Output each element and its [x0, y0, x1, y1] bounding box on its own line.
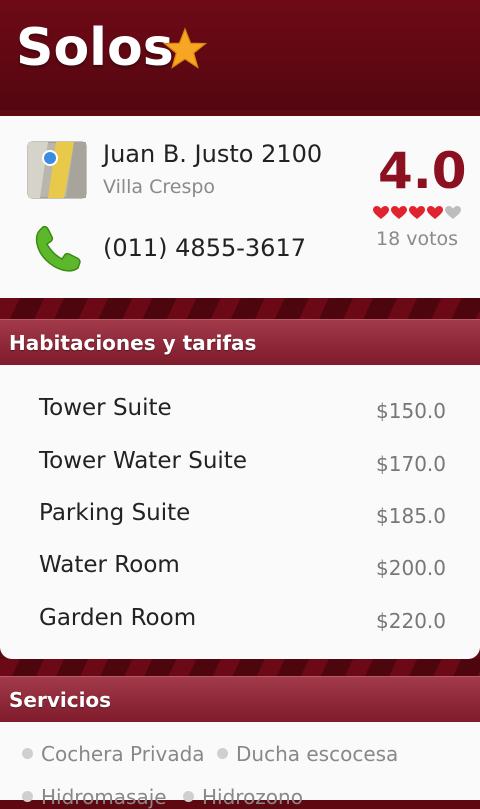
service-item: Hidromasaje — [22, 785, 167, 809]
room-price: $185.0 — [376, 504, 446, 528]
place-info-card: Juan B. Justo 2100 Villa Crespo (011) 48… — [0, 116, 480, 298]
bullet-icon — [22, 748, 33, 759]
services-section-header: Servicios — [0, 676, 480, 723]
neighborhood-text: Villa Crespo — [103, 176, 216, 198]
rating-hearts — [373, 206, 461, 220]
heart-icon — [445, 206, 461, 219]
services-section-title: Servicios — [9, 688, 112, 712]
phone-icon[interactable] — [30, 222, 86, 278]
bullet-icon — [217, 748, 228, 759]
bullet-icon — [183, 791, 194, 802]
app-header: Solos — [0, 0, 480, 110]
heart-icon — [427, 206, 443, 219]
room-name: Tower Suite — [39, 395, 172, 421]
votes-count: 18 votos — [376, 228, 459, 250]
phone-number[interactable]: (011) 4855-3617 — [103, 234, 306, 262]
service-item: Ducha escocesa — [217, 742, 398, 766]
list-item[interactable]: Tower Water Suite $170.0 — [39, 448, 449, 478]
service-item: Cochera Privada — [22, 742, 205, 766]
rating-value: 4.0 — [378, 142, 467, 200]
room-name: Garden Room — [39, 605, 197, 631]
address-text[interactable]: Juan B. Justo 2100 — [103, 140, 322, 168]
rooms-list: Tower Suite $150.0 Tower Water Suite $17… — [0, 365, 480, 659]
heart-icon — [373, 206, 389, 219]
room-name: Water Room — [39, 552, 180, 578]
page-title: Solos — [16, 18, 174, 78]
room-name: Parking Suite — [39, 500, 191, 526]
decorative-band — [0, 659, 480, 676]
heart-icon — [391, 206, 407, 219]
list-item[interactable]: Garden Room $220.0 — [39, 605, 449, 635]
list-item[interactable]: Parking Suite $185.0 — [39, 500, 449, 530]
rooms-section-header: Habitaciones y tarifas — [0, 319, 480, 366]
services-list: Cochera Privada Ducha escocesa Hidromasa… — [0, 722, 480, 809]
room-price: $150.0 — [376, 399, 446, 423]
room-price: $220.0 — [376, 609, 446, 633]
rooms-section-title: Habitaciones y tarifas — [9, 331, 257, 355]
decorative-band — [0, 298, 480, 319]
star-icon[interactable] — [162, 26, 208, 72]
bullet-icon — [22, 791, 33, 802]
list-item[interactable]: Tower Suite $150.0 — [39, 395, 449, 425]
room-price: $200.0 — [376, 556, 446, 580]
room-name: Tower Water Suite — [39, 448, 247, 474]
room-price: $170.0 — [376, 452, 446, 476]
map-icon[interactable] — [26, 138, 88, 200]
heart-icon — [409, 206, 425, 219]
service-item: Hidrozono — [183, 785, 303, 809]
list-item[interactable]: Water Room $200.0 — [39, 552, 449, 582]
